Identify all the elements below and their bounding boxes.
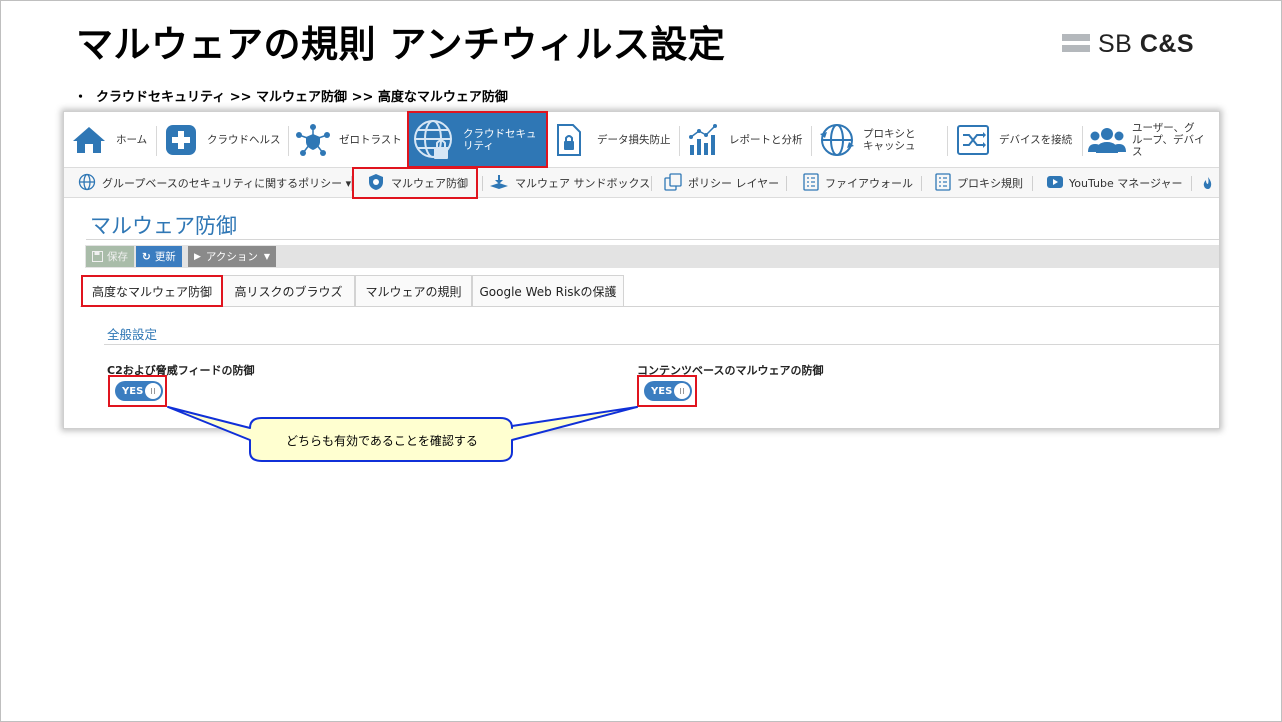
nav-item-zero-trust[interactable]: ゼロトラスト — [295, 112, 405, 168]
layers-icon — [664, 172, 682, 194]
divider — [86, 239, 1219, 240]
action-toolbar: 保存 ↻ 更新 ▶ アクション ▼ — [85, 245, 1219, 268]
breadcrumb-text: クラウドセキュリティ >> マルウェア防御 >> 高度なマルウェア防御 — [96, 90, 508, 105]
tab-google-web-risk[interactable]: Google Web Riskの保護 — [472, 275, 624, 306]
network-icon — [295, 123, 331, 157]
home-icon — [72, 125, 106, 155]
sandbox-icon — [489, 174, 509, 193]
highlight-cloud-security — [407, 111, 548, 168]
subnav-proxy-rules[interactable]: プロキシ規則 — [935, 168, 1023, 198]
divider — [104, 344, 1219, 345]
page-title: マルウェア防御 — [90, 214, 237, 238]
logo-bars-icon — [1062, 34, 1090, 56]
play-icon: ▶ — [194, 251, 201, 262]
proxy-globe-icon — [819, 122, 855, 158]
subnav-policy-layers[interactable]: ポリシー レイヤー — [664, 168, 779, 198]
checklist-icon — [935, 172, 951, 194]
caret-down-icon: ▼ — [263, 252, 271, 261]
subnav-firewall[interactable]: ファイアウォール — [803, 168, 913, 198]
breadcrumb: ・クラウドセキュリティ >> マルウェア防御 >> 高度なマルウェア防御 — [74, 86, 508, 105]
highlight-malware-defense — [352, 167, 478, 199]
subnav-malware-sandbox[interactable]: マルウェア サンドボックス — [489, 168, 650, 198]
nav-item-reports[interactable]: レポートと分析 — [687, 112, 809, 168]
tab-malware-rules[interactable]: マルウェアの規則 — [355, 275, 472, 306]
plus-icon — [165, 124, 197, 156]
nav-item-users-groups[interactable]: ユーザー、グ ループ、デバイ ス — [1088, 112, 1219, 168]
nav-item-cloud-health[interactable]: クラウドヘルス — [165, 112, 285, 168]
highlight-advanced-tab — [81, 275, 223, 307]
nav-item-dlp[interactable]: データ損失防止 — [555, 112, 677, 168]
nav-item-connect-devices[interactable]: デバイスを接続 — [957, 112, 1081, 168]
company-logo: SB C&S — [1062, 30, 1202, 60]
divider — [80, 306, 1219, 307]
refresh-icon: ↻ — [142, 250, 151, 263]
callout-text: どちらも有効であることを確認する — [286, 433, 478, 448]
globe-icon — [78, 173, 96, 194]
file-lock-icon — [555, 123, 583, 157]
logo-text: SB C&S — [1098, 30, 1195, 58]
bullet: ・ — [74, 90, 88, 105]
subnav-group-policy-dropdown[interactable]: グループベースのセキュリティに関するポリシー ▾ — [78, 168, 351, 198]
top-navigation: ホーム クラウドヘルス ゼロトラスト クラウドセキュ リティ データ損失防止 レ… — [64, 112, 1219, 168]
sub-navigation: グループベースのセキュリティに関するポリシー ▾ マルウェア防御 マルウェア サ… — [64, 168, 1219, 198]
subnav-more-icon[interactable] — [1201, 168, 1215, 198]
tab-high-risk-browse[interactable]: 高リスクのブラウズ — [222, 275, 355, 306]
users-icon — [1088, 126, 1126, 154]
nav-item-home[interactable]: ホーム — [72, 112, 156, 168]
checklist-icon — [803, 172, 819, 194]
highlight-c2-toggle — [108, 375, 167, 407]
chart-icon — [687, 123, 721, 157]
nav-item-proxy-cache[interactable]: プロキシと キャッシュ — [819, 112, 945, 168]
subnav-youtube-manager[interactable]: YouTube マネージャー — [1047, 168, 1182, 198]
action-dropdown[interactable]: ▶ アクション ▼ — [188, 246, 277, 267]
section-title: 全般設定 — [107, 327, 158, 342]
youtube-icon — [1047, 175, 1063, 191]
save-button[interactable]: 保存 — [86, 246, 134, 267]
highlight-content-toggle — [637, 375, 697, 407]
shuffle-icon — [957, 125, 989, 155]
save-icon — [92, 251, 103, 262]
slide-title: マルウェアの規則 アンチウィルス設定 — [76, 23, 726, 66]
update-button[interactable]: ↻ 更新 — [136, 246, 182, 267]
